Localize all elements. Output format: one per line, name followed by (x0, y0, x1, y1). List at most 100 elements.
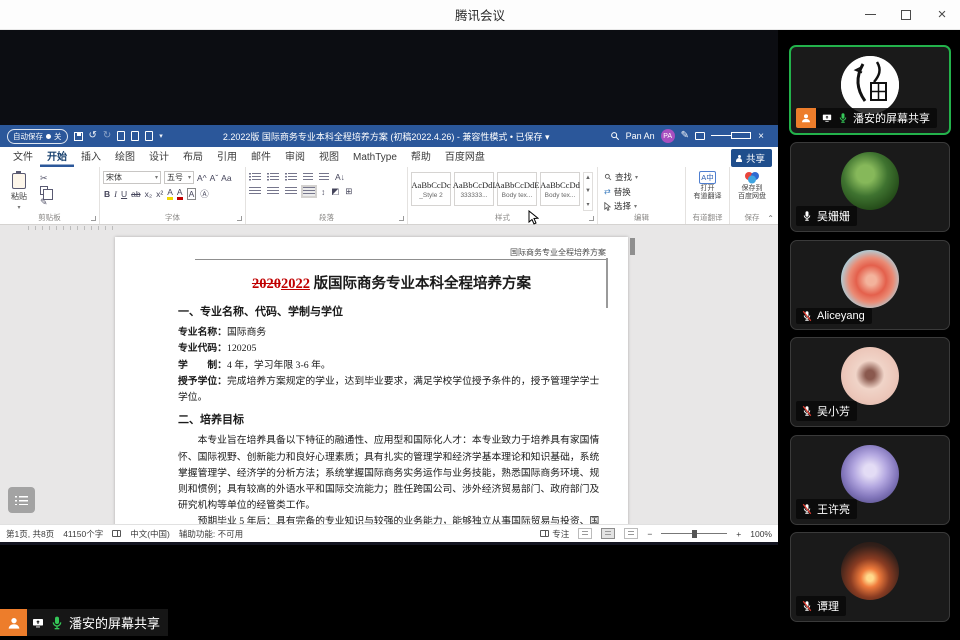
tab-layout[interactable]: 布局 (176, 145, 210, 167)
bold-button[interactable]: B (104, 189, 110, 199)
style-card[interactable]: AaBbCcDc _Style 2 (411, 172, 451, 206)
shrink-font-icon[interactable]: Aˇ (210, 173, 219, 183)
focus-mode-button[interactable]: 专注 (540, 528, 569, 540)
tab-home[interactable]: 开始 (40, 145, 74, 167)
number-list-icon[interactable] (267, 173, 279, 182)
language-indicator[interactable]: 中文(中国) (130, 528, 170, 540)
participant-tile[interactable]: 王许亮 (790, 435, 950, 525)
participant-tile[interactable]: 谭理 (790, 532, 950, 622)
strikethrough-button[interactable]: ab (131, 189, 140, 199)
tab-draw[interactable]: 绘图 (108, 145, 142, 167)
zoom-slider-thumb[interactable] (692, 530, 697, 538)
tab-review[interactable]: 审阅 (278, 145, 312, 167)
open-doc-icon[interactable] (131, 131, 139, 141)
sort-icon[interactable]: A↓ (335, 172, 345, 182)
minimize-button[interactable] (852, 0, 888, 29)
print-layout-button[interactable] (601, 528, 615, 539)
new-doc-icon[interactable] (117, 131, 125, 141)
grow-font-icon[interactable]: A^ (197, 173, 207, 183)
justify-icon[interactable] (303, 187, 315, 196)
document-canvas[interactable]: 国际商务专业全程培养方案 20202022 版国际商务专业本科全程培养方案 一、… (0, 225, 778, 524)
user-name[interactable]: Pan An (626, 131, 655, 141)
zoom-out-button[interactable]: − (647, 529, 652, 539)
align-center-icon[interactable] (267, 187, 279, 196)
user-avatar[interactable]: PA (661, 129, 675, 143)
replace-button[interactable]: ⇄ 替换 (604, 186, 682, 198)
collapse-ribbon-icon[interactable]: ⌃ (767, 214, 774, 223)
autosave-toggle[interactable]: 自动保存 关 (7, 129, 68, 144)
font-size-combobox[interactable]: 五号▾ (164, 171, 194, 184)
web-layout-button[interactable] (624, 528, 638, 539)
document-scrollbar-thumb[interactable] (630, 238, 635, 255)
tab-baidu-netdisk[interactable]: 百度网盘 (438, 145, 492, 167)
read-mode-button[interactable] (578, 528, 592, 539)
proofing-icon[interactable] (112, 530, 121, 537)
youdao-open-button[interactable]: 打开 有道翻译 (694, 185, 722, 201)
pen-icon[interactable]: ✎ (681, 131, 689, 141)
youdao-translate-icon[interactable]: A中 (699, 171, 716, 184)
paragraph-dialog-launcher[interactable] (399, 216, 404, 221)
select-button[interactable]: 选择▾ (604, 200, 682, 212)
undo-icon[interactable]: ↺ (89, 131, 97, 141)
zoom-percent[interactable]: 100% (750, 529, 772, 539)
print-icon[interactable] (145, 131, 153, 141)
floating-list-button[interactable] (8, 487, 35, 513)
baidu-save-button[interactable]: 保存到 百度网盘 (738, 185, 766, 201)
shading-icon[interactable]: ◩ (331, 186, 339, 197)
align-right-icon[interactable] (285, 187, 297, 196)
style-card[interactable]: AaBbCcDdI 333333... (454, 172, 494, 206)
zoom-in-button[interactable]: + (736, 529, 741, 539)
word-minimize-button[interactable] (711, 131, 731, 142)
change-case-icon[interactable]: Aa (221, 173, 231, 183)
tab-references[interactable]: 引用 (210, 145, 244, 167)
underline-button[interactable]: U (121, 189, 127, 199)
styles-gallery-arrows[interactable]: ▲▼▾ (583, 172, 593, 211)
tab-insert[interactable]: 插入 (74, 145, 108, 167)
baidu-netdisk-icon[interactable] (743, 171, 761, 184)
cut-icon[interactable]: ✂ (40, 174, 48, 183)
document-page[interactable]: 国际商务专业全程培养方案 20202022 版国际商务专业本科全程培养方案 一、… (115, 237, 628, 524)
redo-icon[interactable]: ↻ (103, 131, 111, 141)
line-spacing-icon[interactable]: ↕ (321, 187, 325, 197)
font-name-combobox[interactable]: 宋体▾ (103, 171, 161, 184)
tab-design[interactable]: 设计 (142, 145, 176, 167)
style-card[interactable]: AaBbCcDdE Body tex... (497, 172, 537, 206)
tab-view[interactable]: 视图 (312, 145, 346, 167)
word-share-button[interactable]: 共享 (731, 149, 772, 167)
maximize-button[interactable] (888, 0, 924, 29)
page-indicator[interactable]: 第1页, 共8页 (6, 528, 54, 540)
subscript-button[interactable]: x₂ (145, 189, 153, 199)
tab-mathtype[interactable]: MathType (346, 149, 404, 167)
participant-tile[interactable]: 潘安的屏幕共享 (789, 45, 951, 135)
zoom-slider[interactable] (661, 533, 727, 534)
borders-icon[interactable]: ⊞ (345, 186, 352, 197)
decrease-indent-icon[interactable] (303, 173, 313, 182)
participant-tile[interactable]: Aliceyang (790, 240, 950, 330)
styles-dialog-launcher[interactable] (589, 216, 594, 221)
word-count[interactable]: 41150个字 (63, 528, 103, 540)
italic-button[interactable]: I (114, 189, 117, 199)
save-icon[interactable] (74, 132, 83, 141)
accessibility-status[interactable]: 辅助功能: 不可用 (179, 528, 243, 540)
tab-mailings[interactable]: 邮件 (244, 145, 278, 167)
tab-help[interactable]: 帮助 (404, 145, 438, 167)
multilevel-list-icon[interactable] (285, 173, 297, 182)
bullet-list-icon[interactable] (249, 173, 261, 182)
highlight-button[interactable]: A (167, 187, 173, 200)
search-icon[interactable] (610, 131, 620, 141)
align-left-icon[interactable] (249, 187, 261, 196)
increase-indent-icon[interactable] (319, 173, 329, 182)
close-button[interactable]: × (924, 0, 960, 29)
tab-file[interactable]: 文件 (6, 145, 40, 167)
paste-button[interactable]: 粘贴 ▾ (3, 171, 35, 211)
clipboard-dialog-launcher[interactable] (91, 216, 96, 221)
qat-dropdown-icon[interactable]: ▾ (159, 133, 163, 140)
font-dialog-launcher[interactable] (237, 216, 242, 221)
participant-tile[interactable]: 吴小芳 (790, 337, 950, 427)
style-card[interactable]: AaBbCcDd Body tex... (540, 172, 580, 206)
superscript-button[interactable]: x² (156, 189, 163, 199)
copy-icon[interactable] (40, 186, 48, 195)
ribbon-options-icon[interactable] (695, 132, 705, 140)
char-border-button[interactable]: A (187, 188, 197, 200)
circle-char-button[interactable]: Ⓐ (200, 188, 209, 200)
